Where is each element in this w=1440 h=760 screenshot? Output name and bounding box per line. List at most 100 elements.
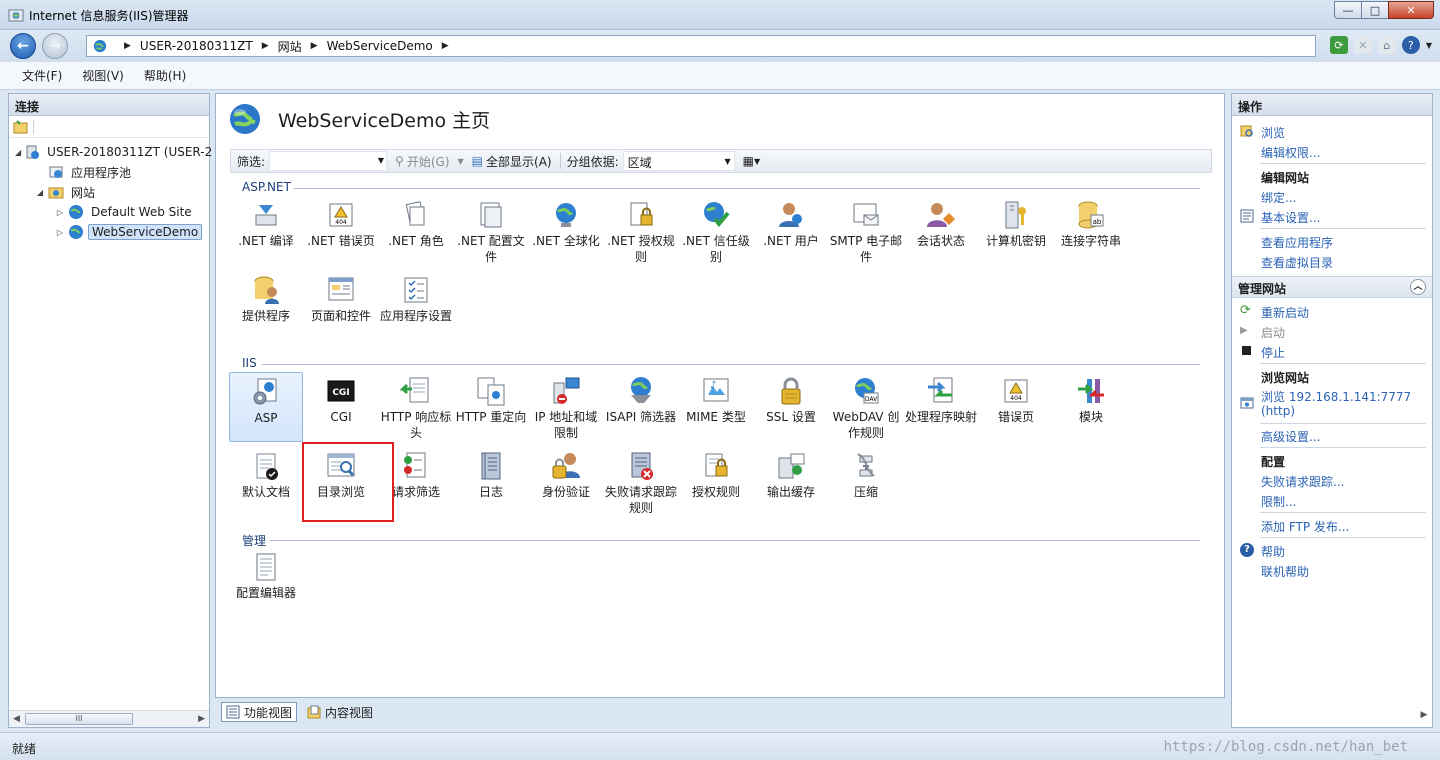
menu-view[interactable]: 视图(V) [82, 67, 124, 84]
new-connection-icon[interactable] [13, 119, 29, 135]
action-basic-settings[interactable]: 基本设置... [1261, 209, 1320, 226]
action-help[interactable]: 帮助 [1261, 543, 1285, 560]
feature-net-roles[interactable]: .NET 角色 [379, 196, 453, 266]
show-all-button[interactable]: ▤ 全部显示(A) [472, 153, 552, 170]
go-button[interactable]: ⚲ 开始(G) ▼ [395, 153, 464, 170]
tab-content-view[interactable]: 内容视图 [303, 702, 377, 722]
scroll-right-icon[interactable]: ▶ [1416, 710, 1432, 727]
action-online-help[interactable]: 联机帮助 [1261, 563, 1309, 580]
feature-failed-request-tracing[interactable]: 失败请求跟踪规则 [604, 447, 678, 517]
tree-node-sites[interactable]: ◢ 网站 [9, 182, 209, 202]
feature-net-globalization[interactable]: .NET 全球化 [529, 196, 603, 266]
feature-pages-controls[interactable]: 页面和控件 [304, 271, 378, 341]
tree-expander[interactable]: ◢ [35, 188, 45, 197]
tree-node-webservicedemo[interactable]: ▷ WebServiceDemo [9, 222, 209, 242]
feature-http-response-headers[interactable]: HTTP 响应标头 [379, 372, 453, 442]
window-controls: — □ ✕ [1334, 1, 1434, 19]
feature-session-state[interactable]: 会话状态 [904, 196, 978, 266]
feature-asp[interactable]: ASP [229, 372, 303, 442]
feature-webdav[interactable]: DAV WebDAV 创作规则 [829, 372, 903, 442]
feature-cgi[interactable]: CGI CGI [304, 372, 378, 442]
scroll-left-icon[interactable]: ◀ [13, 714, 20, 724]
feature-default-document[interactable]: 默认文档 [229, 447, 303, 517]
feature-net-trust-level[interactable]: .NET 信任级别 [679, 196, 753, 266]
action-bindings[interactable]: 绑定... [1261, 189, 1296, 206]
feature-handler-mappings[interactable]: 处理程序映射 [904, 372, 978, 442]
chevron-down-icon[interactable]: ▼ [378, 156, 384, 165]
action-browse-url-proto[interactable]: (http) [1261, 404, 1295, 418]
chevron-down-icon[interactable]: ▼ [1426, 41, 1432, 50]
action-add-ftp[interactable]: 添加 FTP 发布... [1261, 518, 1349, 535]
breadcrumb-separator: ▶ [310, 41, 318, 51]
feature-net-authorization[interactable]: .NET 授权规则 [604, 196, 678, 266]
feature-app-settings[interactable]: 应用程序设置 [379, 271, 453, 341]
chevron-down-icon[interactable]: ▼ [724, 157, 730, 166]
maximize-button[interactable]: □ [1361, 1, 1389, 19]
title-bar: Internet 信息服务(IIS)管理器 — □ ✕ [0, 0, 1440, 30]
filter-input[interactable]: ▼ [269, 151, 388, 171]
breadcrumb-site[interactable]: WebServiceDemo [327, 39, 433, 53]
feature-http-redirect[interactable]: HTTP 重定向 [454, 372, 528, 442]
action-stop[interactable]: 停止 [1261, 344, 1285, 361]
feature-config-editor[interactable]: 配置编辑器 [229, 548, 303, 618]
tab-features-view[interactable]: 功能视图 [221, 702, 298, 722]
close-button[interactable]: ✕ [1388, 1, 1434, 19]
action-start[interactable]: 启动 [1261, 324, 1285, 341]
feature-net-users[interactable]: .NET 用户 [754, 196, 828, 266]
breadcrumb-sites[interactable]: 网站 [278, 38, 302, 55]
tree-expander[interactable]: ◢ [15, 148, 21, 157]
tree-node-default-web-site[interactable]: ▷ Default Web Site [9, 202, 209, 222]
feature-providers[interactable]: 提供程序 [229, 271, 303, 341]
breadcrumb-server[interactable]: USER-20180311ZT [140, 39, 253, 53]
feature-connection-strings[interactable]: ab 连接字符串 [1054, 196, 1128, 266]
feature-net-compile[interactable]: .NET 编译 [229, 196, 303, 266]
feature-machine-key[interactable]: 计算机密钥 [979, 196, 1053, 266]
group-by-select[interactable]: 区域 ▼ [622, 151, 735, 171]
feature-logging[interactable]: 日志 [454, 447, 528, 517]
minimize-button[interactable]: — [1334, 1, 1362, 19]
scroll-thumb[interactable]: III [25, 713, 133, 725]
menu-help[interactable]: 帮助(H) [144, 67, 186, 84]
horizontal-scrollbar[interactable]: ◀ III ▶ [9, 710, 209, 727]
forward-button[interactable]: → [42, 33, 68, 59]
help-icon[interactable]: ? [1401, 36, 1420, 54]
collapse-button[interactable]: ︿ [1410, 279, 1426, 295]
feature-isapi-filters[interactable]: ISAPI 筛选器 [604, 372, 678, 442]
view-mode-button[interactable]: ▦ ▼ [743, 154, 761, 168]
feature-compression[interactable]: 压缩 [829, 447, 903, 517]
tree-node-app-pools[interactable]: 应用程序池 [9, 162, 209, 182]
action-view-applications[interactable]: 查看应用程序 [1261, 234, 1333, 251]
feature-smtp-email[interactable]: SMTP 电子邮件 [829, 196, 903, 266]
feature-net-error-page[interactable]: 404 .NET 错误页 [304, 196, 378, 266]
address-bar[interactable]: ▶ USER-20180311ZT ▶ 网站 ▶ WebServiceDemo … [86, 35, 1316, 57]
action-browse[interactable]: 浏览 [1261, 124, 1285, 141]
action-restart[interactable]: 重新启动 [1261, 304, 1309, 321]
action-view-virtual-dirs[interactable]: 查看虚拟目录 [1261, 254, 1333, 271]
feature-authentication[interactable]: 身份验证 [529, 447, 603, 517]
scroll-right-icon[interactable]: ▶ [198, 714, 205, 724]
menu-file[interactable]: 文件(F) [22, 67, 62, 84]
tree-expander[interactable]: ▷ [55, 208, 65, 217]
action-edit-permissions[interactable]: 编辑权限... [1261, 144, 1320, 161]
config-editor-icon [256, 553, 276, 581]
feature-mime-types[interactable]: ♪ MIME 类型 [679, 372, 753, 442]
action-limits[interactable]: 限制... [1261, 493, 1296, 510]
refresh-icon[interactable]: ⟳ [1329, 36, 1348, 54]
feature-authorization-rules[interactable]: 授权规则 [679, 447, 753, 517]
back-button[interactable]: ← [10, 33, 36, 59]
home-icon[interactable]: ⌂ [1377, 36, 1396, 54]
action-failed-tracing[interactable]: 失败请求跟踪... [1261, 473, 1344, 490]
action-advanced-settings[interactable]: 高级设置... [1261, 428, 1320, 445]
tree-expander[interactable]: ▷ [55, 228, 65, 237]
feature-modules[interactable]: 模块 [1054, 372, 1128, 442]
feature-output-caching[interactable]: 输出缓存 [754, 447, 828, 517]
status-bar: 就绪 https://blog.csdn.net/han_bet [0, 732, 1440, 760]
watermark-text: https://blog.csdn.net/han_bet [1163, 739, 1408, 755]
action-browse-url[interactable]: 浏览 192.168.1.141:7777 [1261, 388, 1411, 405]
feature-error-pages[interactable]: 404 错误页 [979, 372, 1053, 442]
feature-net-profile[interactable]: .NET 配置文件 [454, 196, 528, 266]
tree-node-server[interactable]: ◢ USER-20180311ZT (USER-2 [9, 142, 212, 162]
feature-ssl-settings[interactable]: SSL 设置 [754, 372, 828, 442]
stop-icon[interactable]: ✕ [1353, 36, 1372, 54]
feature-ip-domain-restrictions[interactable]: IP 地址和域限制 [529, 372, 603, 442]
